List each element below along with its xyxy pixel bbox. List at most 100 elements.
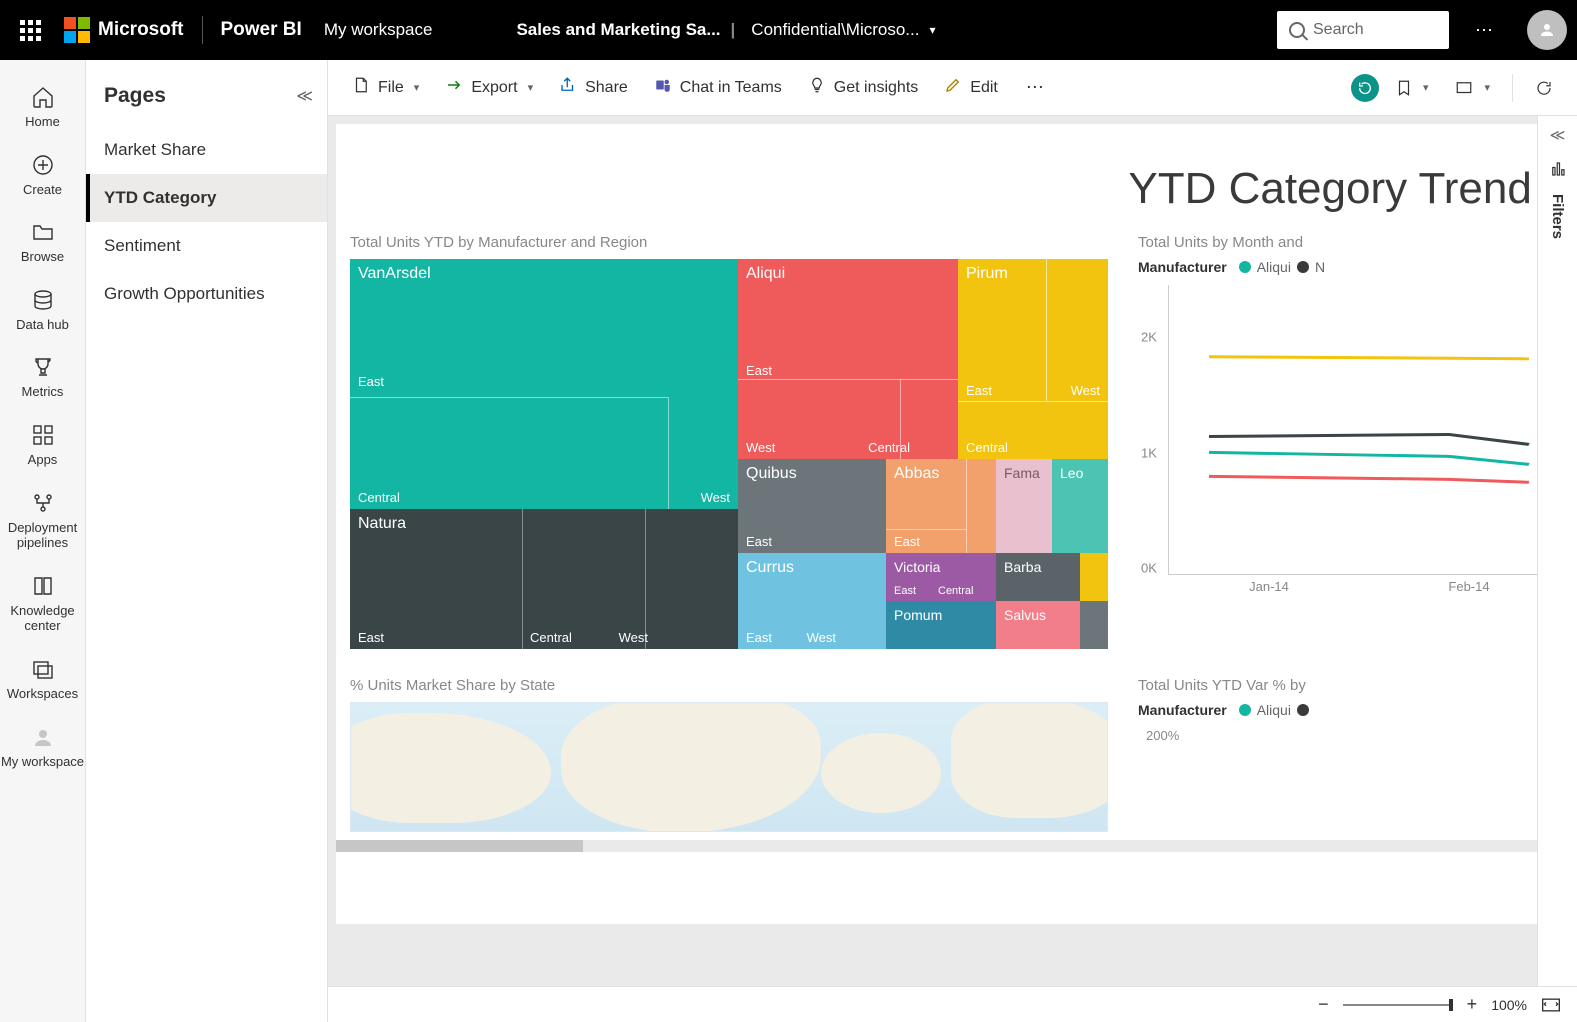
- treemap-cell-quibus: Quibus: [746, 465, 797, 482]
- report-name-breadcrumb[interactable]: Sales and Marketing Sa...: [516, 20, 720, 40]
- report-toolbar: File ▾ Export ▾ Share Chat in Teams Get …: [328, 60, 1577, 116]
- reset-button[interactable]: [1351, 74, 1379, 102]
- insights-button[interactable]: Get insights: [798, 70, 928, 105]
- linechart-title: Total Units by Month and: [1138, 234, 1569, 251]
- treemap-cell-salvus: Salvus: [1004, 607, 1046, 623]
- datahub-icon: [31, 288, 55, 312]
- refresh-icon: [1535, 79, 1553, 97]
- page-item-market-share[interactable]: Market Share: [86, 126, 327, 174]
- map-title: % Units Market Share by State: [350, 677, 1108, 694]
- view-menu[interactable]: ▾: [1444, 73, 1500, 103]
- file-icon: [352, 76, 370, 99]
- linechart-visual[interactable]: Total Units by Month and Manufacturer Al…: [1138, 234, 1569, 649]
- expand-filters-icon[interactable]: ≪: [1550, 126, 1566, 144]
- pages-panel: Pages ≪ Market Share YTD Category Sentim…: [86, 60, 328, 1022]
- book-icon: [31, 574, 55, 598]
- main-area: File ▾ Export ▾ Share Chat in Teams Get …: [328, 60, 1577, 1022]
- rail-knowledge[interactable]: Knowledge center: [0, 563, 85, 644]
- treemap-cell-barba: Barba: [1004, 559, 1041, 575]
- rail-apps[interactable]: Apps: [0, 412, 85, 478]
- report-canvas-scroll[interactable]: YTD Category Trend A Total Units YTD by …: [328, 116, 1577, 986]
- rail-create[interactable]: Create: [0, 142, 85, 208]
- zoom-value: 100%: [1491, 997, 1527, 1013]
- rail-workspaces[interactable]: Workspaces: [0, 646, 85, 712]
- fit-to-page-icon[interactable]: [1541, 997, 1561, 1013]
- page-title: YTD Category Trend A: [336, 134, 1571, 234]
- treemap-cell-natura: Natura: [358, 515, 406, 532]
- treemap-cell-leo: Leo: [1060, 465, 1083, 481]
- view-icon: [1454, 79, 1474, 97]
- treemap-cell-victoria: Victoria: [894, 559, 940, 575]
- toolbar-more-button[interactable]: ⋯: [1014, 77, 1058, 98]
- treemap-body: VanArsdel East Central West Natura East: [350, 259, 1108, 649]
- top-bar: Microsoft Power BI My workspace Sales an…: [0, 0, 1577, 60]
- page-item-ytd-category[interactable]: YTD Category: [86, 174, 327, 222]
- account-avatar[interactable]: [1527, 10, 1567, 50]
- folder-icon: [31, 220, 55, 244]
- export-menu[interactable]: Export ▾: [435, 70, 543, 105]
- legend-dot: [1239, 261, 1251, 273]
- filters-pane[interactable]: ≪ Filters: [1537, 116, 1577, 986]
- refresh-button[interactable]: [1525, 73, 1563, 103]
- reset-icon: [1357, 80, 1373, 96]
- trophy-icon: [31, 355, 55, 379]
- collapse-pages-button[interactable]: ≪: [296, 86, 313, 106]
- zoom-in-button[interactable]: +: [1467, 994, 1478, 1015]
- lightbulb-icon: [808, 76, 826, 99]
- variance-visual[interactable]: Total Units YTD Var % by Manufacturer Al…: [1138, 677, 1569, 832]
- treemap-cell-pomum: Pomum: [894, 607, 942, 623]
- zoom-out-button[interactable]: −: [1318, 994, 1329, 1015]
- more-button[interactable]: ⋯: [1463, 20, 1507, 41]
- app-launcher-button[interactable]: [10, 20, 50, 41]
- legend-dot: [1297, 261, 1309, 273]
- map-body: [350, 702, 1108, 832]
- plus-circle-icon: [31, 153, 55, 177]
- rail-datahub[interactable]: Data hub: [0, 277, 85, 343]
- horizontal-scrollbar[interactable]: [336, 840, 1569, 852]
- chevron-down-icon: ▾: [1484, 81, 1490, 94]
- rail-myworkspace[interactable]: My workspace: [0, 714, 85, 780]
- status-bar: − + 100%: [328, 986, 1577, 1022]
- teams-button[interactable]: Chat in Teams: [644, 70, 792, 105]
- treemap-cell-abbas: Abbas: [894, 465, 939, 482]
- share-icon: [559, 76, 577, 99]
- line-paths: [1169, 285, 1569, 574]
- home-icon: [31, 85, 55, 109]
- page-item-growth[interactable]: Growth Opportunities: [86, 270, 327, 318]
- treemap-title: Total Units YTD by Manufacturer and Regi…: [350, 234, 1108, 251]
- file-menu[interactable]: File ▾: [342, 70, 429, 105]
- treemap-cell-pirum: Pirum: [966, 265, 1008, 282]
- divider: [202, 16, 203, 44]
- microsoft-label: Microsoft: [98, 19, 184, 41]
- person-small-icon: [31, 725, 55, 749]
- teams-icon: [654, 76, 672, 99]
- rail-pipelines[interactable]: Deployment pipelines: [0, 480, 85, 561]
- variance-title: Total Units YTD Var % by: [1138, 677, 1569, 694]
- zoom-slider[interactable]: [1343, 1004, 1453, 1006]
- filters-icon: [1549, 160, 1567, 178]
- rail-browse[interactable]: Browse: [0, 209, 85, 275]
- rail-home[interactable]: Home: [0, 74, 85, 140]
- export-icon: [445, 76, 463, 99]
- share-button[interactable]: Share: [549, 70, 638, 105]
- map-visual[interactable]: % Units Market Share by State: [350, 677, 1108, 832]
- pages-header: Pages: [86, 60, 327, 126]
- microsoft-logo-icon: [64, 17, 90, 43]
- search-icon: [1289, 22, 1305, 38]
- page-item-sentiment[interactable]: Sentiment: [86, 222, 327, 270]
- product-label[interactable]: Power BI: [221, 19, 302, 41]
- linechart-axis: 2K 1K 0K Jan-14 Feb-14: [1168, 285, 1569, 575]
- bookmark-menu[interactable]: ▾: [1385, 73, 1439, 103]
- workspace-breadcrumb[interactable]: My workspace: [324, 20, 433, 40]
- sensitivity-dropdown[interactable]: Confidential\Microso... ▾: [751, 20, 935, 40]
- rail-metrics[interactable]: Metrics: [0, 344, 85, 410]
- linechart-legend: Manufacturer Aliqui N: [1138, 259, 1569, 275]
- chevron-down-icon: ▾: [1423, 81, 1429, 94]
- treemap-cell-fama: Fama: [1004, 465, 1040, 481]
- treemap-visual[interactable]: Total Units YTD by Manufacturer and Regi…: [350, 234, 1108, 649]
- variance-legend: Manufacturer Aliqui: [1138, 702, 1569, 718]
- workspaces-icon: [31, 657, 55, 681]
- search-input[interactable]: Search: [1277, 11, 1449, 49]
- search-placeholder: Search: [1313, 21, 1364, 39]
- edit-button[interactable]: Edit: [934, 70, 1008, 105]
